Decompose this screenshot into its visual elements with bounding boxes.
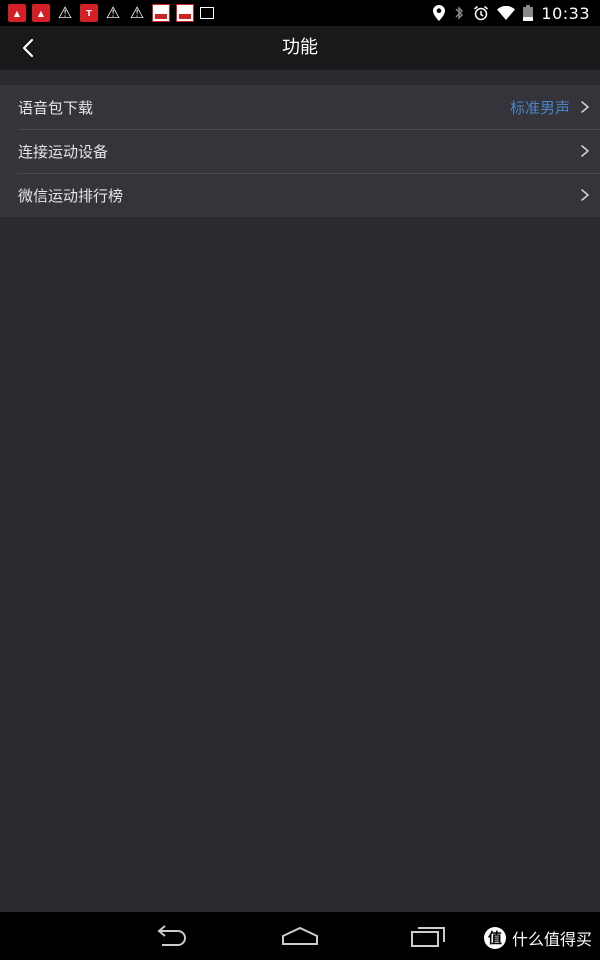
recents-nav-icon[interactable] xyxy=(408,922,448,950)
status-bar: ▲ ▲ ⚠ T ⚠ ⚠ 10:33 xyxy=(0,0,600,26)
notification-area: ▲ ▲ ⚠ T ⚠ ⚠ xyxy=(0,4,214,22)
page-title: 功能 xyxy=(282,37,318,58)
watermark-logo: 值 xyxy=(483,927,506,949)
seal-icon xyxy=(176,4,194,22)
red-app-icon: ▲ xyxy=(32,4,50,22)
back-nav-icon[interactable] xyxy=(152,922,192,950)
settings-list: 语音包下载 标准男声 连接运动设备 微信运动排行榜 xyxy=(0,85,600,217)
location-icon xyxy=(433,5,446,21)
alarm-icon xyxy=(474,5,489,21)
bluetooth-icon xyxy=(455,6,464,20)
tieba-icon: T xyxy=(80,4,98,22)
battery-icon xyxy=(523,5,534,21)
wifi-icon xyxy=(497,6,516,20)
red-app-icon: ▲ xyxy=(8,4,26,22)
seal-icon xyxy=(152,4,170,22)
watermark: 值 什么值得买 xyxy=(483,926,592,950)
list-item-voice-pack[interactable]: 语音包下载 标准男声 xyxy=(0,85,600,129)
chevron-right-icon xyxy=(581,145,589,157)
warning-icon: ⚠ xyxy=(105,3,121,22)
item-value: 标准男声 xyxy=(509,98,570,117)
navigation-bar: 值 什么值得买 xyxy=(0,912,600,960)
warning-icon: ⚠ xyxy=(129,3,145,22)
watermark-text: 什么值得买 xyxy=(511,930,592,949)
item-label: 连接运动设备 xyxy=(18,142,109,161)
chevron-right-icon xyxy=(581,189,589,201)
list-item-wechat-ranking[interactable]: 微信运动排行榜 xyxy=(0,173,600,217)
list-item-sport-device[interactable]: 连接运动设备 xyxy=(0,129,600,173)
image-icon xyxy=(200,7,214,19)
app-header: 功能 xyxy=(0,26,600,70)
home-nav-icon[interactable] xyxy=(280,922,320,950)
system-tray: 10:33 xyxy=(433,4,600,23)
chevron-left-icon xyxy=(22,38,34,58)
clock: 10:33 xyxy=(541,3,590,23)
warning-icon: ⚠ xyxy=(57,3,73,22)
item-label: 语音包下载 xyxy=(18,98,94,117)
item-label: 微信运动排行榜 xyxy=(18,186,124,205)
back-button[interactable] xyxy=(8,28,48,68)
chevron-right-icon xyxy=(581,101,589,113)
